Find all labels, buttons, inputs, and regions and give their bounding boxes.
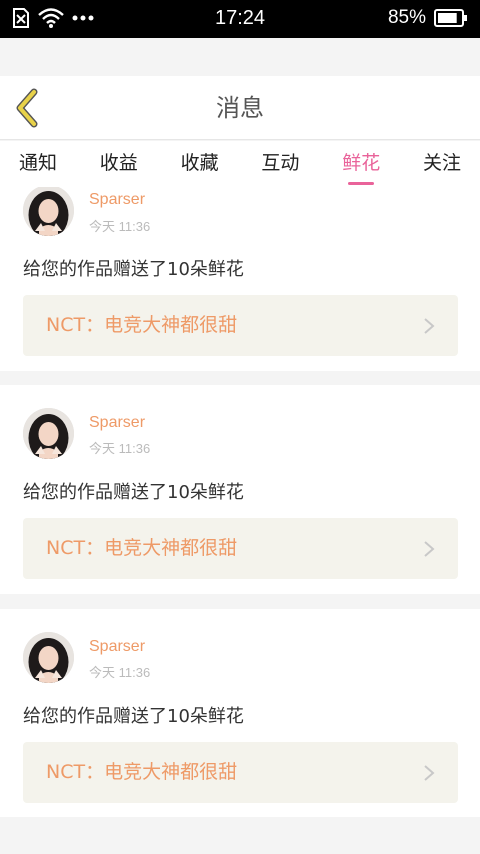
tab-notice[interactable]: 通知: [19, 141, 57, 187]
message-text: 给您的作品赠送了10朵鲜花: [23, 259, 244, 280]
battery-percent: 85%: [387, 7, 426, 28]
sender-name[interactable]: Sparser: [89, 638, 145, 656]
tab-flowers[interactable]: 鲜花: [342, 141, 380, 187]
message-text: 给您的作品赠送了10朵鲜花: [23, 482, 244, 503]
tab-favorites[interactable]: 收藏: [181, 141, 219, 187]
tab-follows[interactable]: 关注: [423, 141, 461, 187]
message-time: 今天 11:36: [89, 665, 151, 680]
chevron-left-icon: [16, 88, 38, 128]
status-right: 85%: [388, 7, 468, 29]
tab-earnings[interactable]: 收益: [100, 141, 138, 187]
work-title: NCT：电竞大神都很甜: [46, 314, 238, 336]
top-spacer: [0, 38, 480, 76]
battery-icon: [434, 9, 467, 27]
work-link[interactable]: NCT：电竞大神都很甜: [23, 518, 458, 579]
message-card: Sparser 今天 11:36 给您的作品赠送了10朵鲜花 NCT：电竞大神都…: [0, 609, 480, 817]
category-tabs: 通知 收益 收藏 互动 鲜花 关注: [0, 141, 480, 187]
tab-interactions[interactable]: 互动: [261, 141, 299, 187]
message-card: Sparser 今天 11:36 给您的作品赠送了10朵鲜花 NCT：电竞大神都…: [0, 385, 480, 594]
page-title: 消息: [216, 94, 264, 122]
back-button[interactable]: [10, 88, 50, 128]
sender-name[interactable]: Sparser: [89, 414, 145, 432]
avatar[interactable]: [23, 408, 74, 459]
status-bar: 17:24 85%: [0, 0, 480, 38]
work-link[interactable]: NCT：电竞大神都很甜: [23, 295, 458, 356]
work-link[interactable]: NCT：电竞大神都很甜: [23, 742, 458, 803]
message-time: 今天 11:36: [89, 219, 151, 234]
chevron-right-icon: [424, 765, 435, 781]
message-time: 今天 11:36: [89, 441, 151, 456]
nav-bar: 消息: [0, 76, 480, 140]
chevron-right-icon: [424, 318, 435, 334]
message-feed[interactable]: Sparser 今天 11:36 给您的作品赠送了10朵鲜花 NCT：电竞大神都…: [0, 187, 480, 854]
work-title: NCT：电竞大神都很甜: [46, 761, 238, 783]
sender-name[interactable]: Sparser: [89, 191, 145, 209]
message-card: Sparser 今天 11:36 给您的作品赠送了10朵鲜花 NCT：电竞大神都…: [0, 187, 480, 371]
avatar[interactable]: [23, 187, 74, 236]
message-text: 给您的作品赠送了10朵鲜花: [23, 706, 244, 727]
work-title: NCT：电竞大神都很甜: [46, 537, 238, 559]
chevron-right-icon: [424, 541, 435, 557]
avatar[interactable]: [23, 632, 74, 683]
